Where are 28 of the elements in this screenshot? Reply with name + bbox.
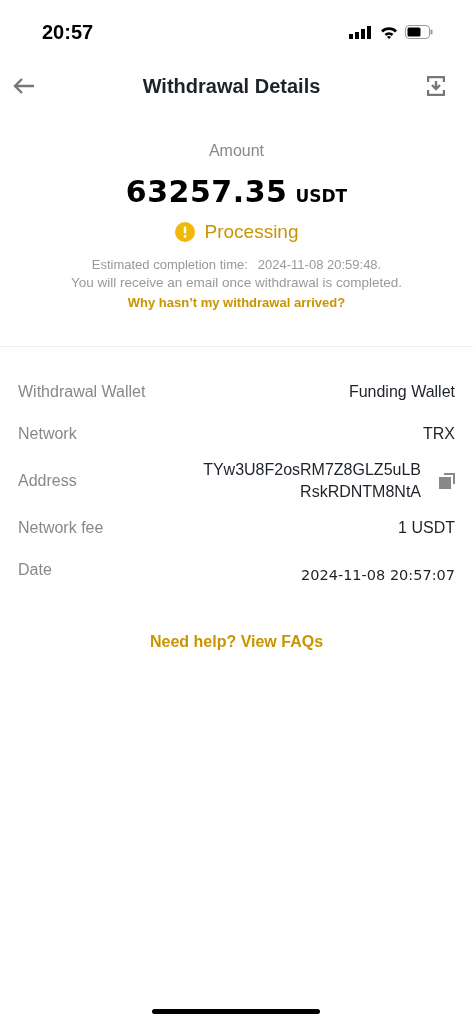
detail-value: 2024-11-08 20:57:07 <box>301 567 455 583</box>
amount-label: Amount <box>208 142 265 160</box>
download-icon[interactable] <box>427 76 445 96</box>
detail-label: Network fee <box>18 519 104 537</box>
detail-value: TYw3U8F2osRM7Z8GLZ5uLB <box>203 461 421 479</box>
status-time: 20:57 <box>42 20 94 44</box>
detail-label: Network <box>18 425 77 443</box>
battery-icon <box>405 25 433 39</box>
signal-icon <box>349 25 373 39</box>
email-notice: You will receive an email once withdrawal is completed. <box>70 275 403 290</box>
detail-value: 1 USDT <box>398 519 455 537</box>
estimate-label: Estimated completion time: <box>91 257 248 272</box>
currency-label: USDT <box>295 186 348 206</box>
detail-label: Date <box>18 561 52 579</box>
help-link[interactable]: Why hasn’t my withdrawal arrived? <box>127 295 346 310</box>
amount-value: 63257.35 <box>125 174 288 209</box>
back-arrow-icon[interactable] <box>12 77 36 95</box>
detail-label: Withdrawal Wallet <box>18 383 146 401</box>
status-text: Processing <box>204 221 299 243</box>
estimate-time: 2024-11-08 20:59:48. <box>257 257 382 272</box>
wifi-icon <box>380 25 398 39</box>
detail-value: RskRDNTM8NtA <box>300 483 421 501</box>
copy-icon[interactable] <box>439 473 455 489</box>
faq-link[interactable]: Need help? View FAQs <box>149 633 324 651</box>
detail-value: TRX <box>423 425 455 443</box>
page-title: Withdrawal Details <box>142 74 321 98</box>
detail-value: Funding Wallet <box>348 383 455 401</box>
detail-label: Address <box>18 472 77 490</box>
